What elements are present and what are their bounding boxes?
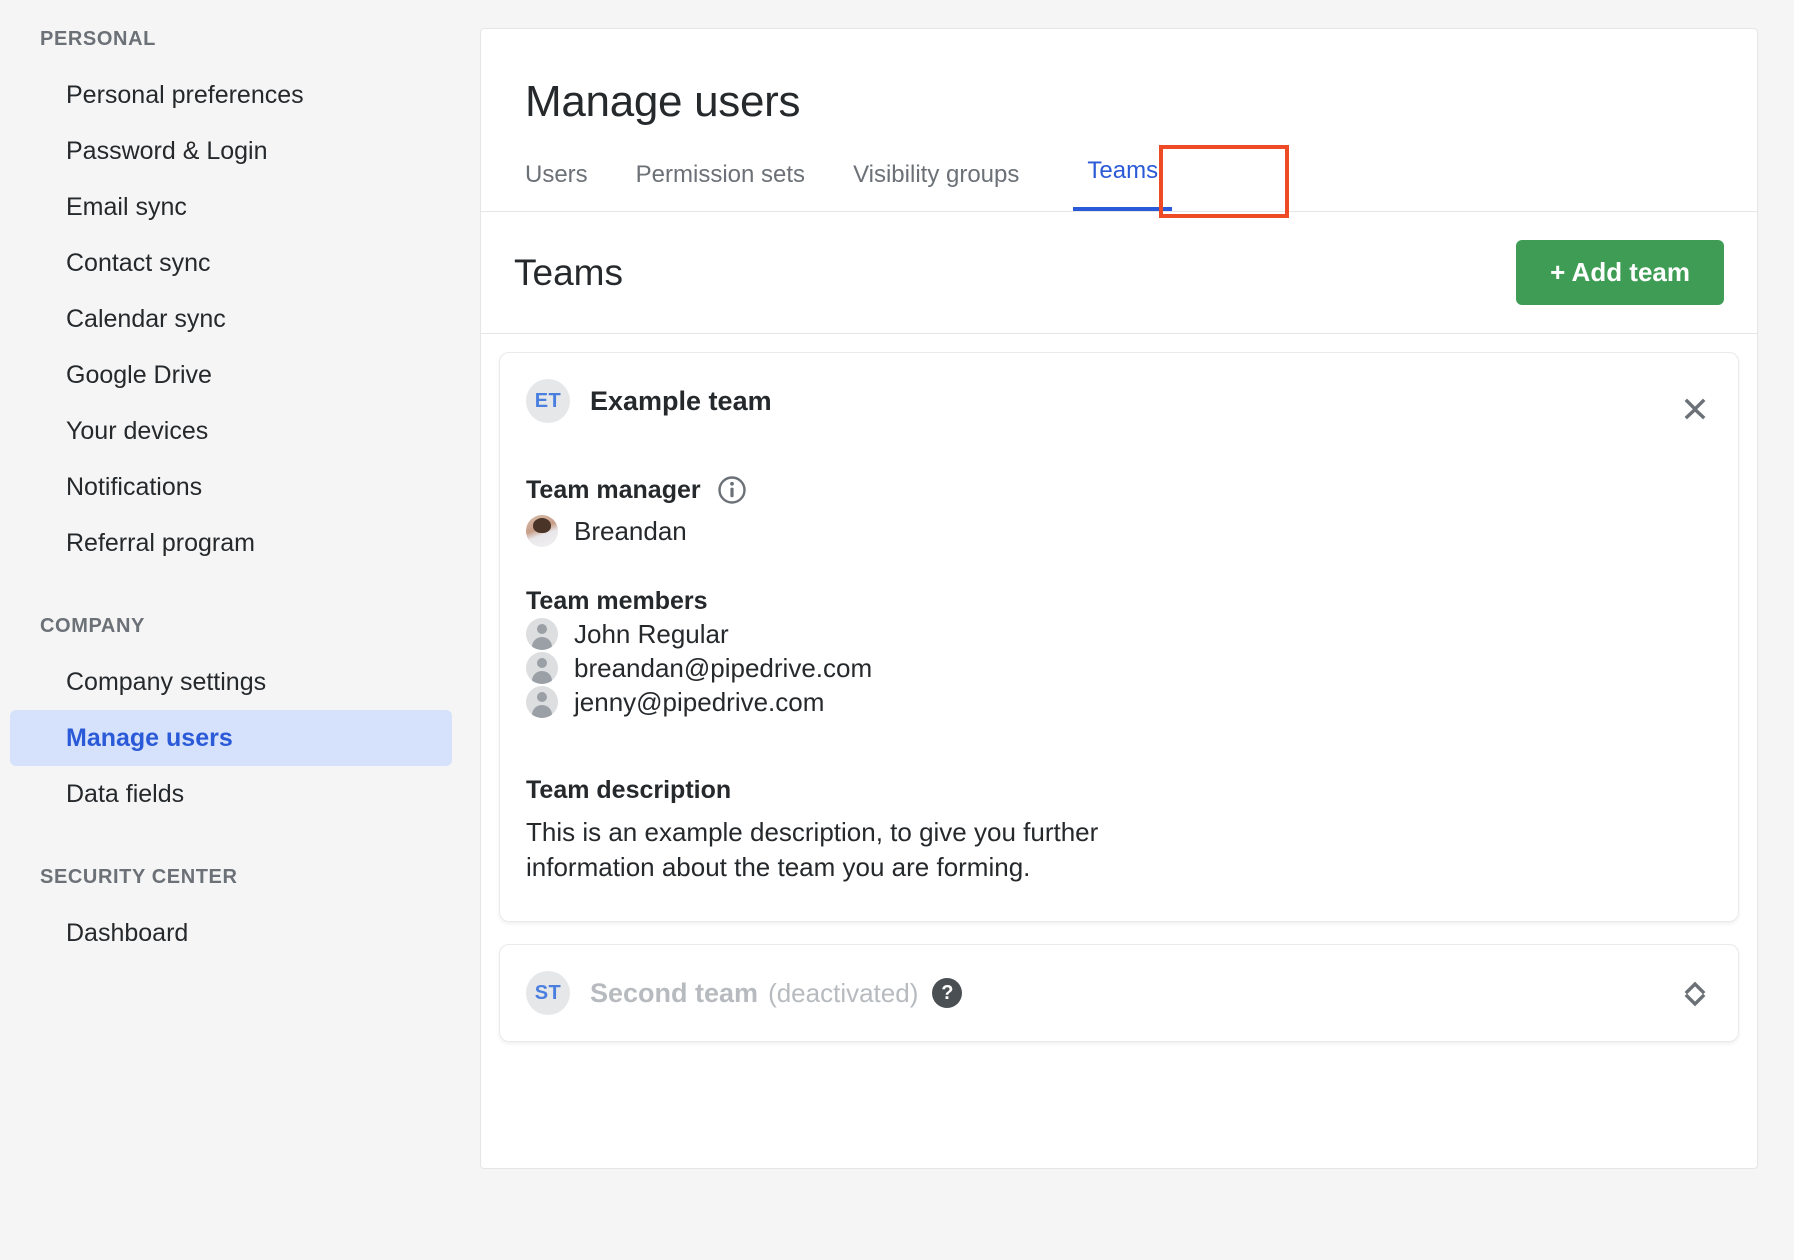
team-manager-name: Breandan bbox=[574, 515, 687, 546]
team-card-header[interactable]: ET Example team bbox=[500, 353, 1738, 423]
sidebar-item-manage-users[interactable]: Manage users bbox=[10, 710, 452, 766]
team-manager-label-row: Team manager bbox=[526, 475, 1708, 505]
manage-users-panel: Manage users Users Permission sets Visib… bbox=[480, 28, 1758, 1169]
sidebar-item-email-sync[interactable]: Email sync bbox=[10, 179, 452, 235]
team-manager-row: Breandan bbox=[526, 515, 1708, 547]
team-member-name: John Regular bbox=[574, 618, 729, 649]
teams-list: ET Example team Team manager Breandan Te… bbox=[481, 334, 1757, 1083]
team-initials-avatar: ET bbox=[526, 379, 570, 423]
team-card-header[interactable]: ST Second team (deactivated) ? bbox=[500, 945, 1738, 1041]
sidebar-item-dashboard[interactable]: Dashboard bbox=[10, 905, 452, 961]
team-card-body: Team manager Breandan Team members John … bbox=[500, 475, 1738, 885]
team-initials-avatar: ST bbox=[526, 971, 570, 1016]
sidebar-group-title-company: COMPANY bbox=[40, 615, 145, 637]
sidebar-item-company-settings[interactable]: Company settings bbox=[10, 654, 452, 710]
tab-bar: Users Permission sets Visibility groups … bbox=[481, 145, 1757, 218]
expand-icon[interactable] bbox=[1678, 976, 1712, 1010]
teams-tab-highlight-box bbox=[1159, 145, 1289, 218]
sidebar-item-google-drive[interactable]: Google Drive bbox=[10, 347, 452, 403]
team-member-name: jenny@pipedrive.com bbox=[574, 686, 825, 717]
team-status-badge: (deactivated) bbox=[768, 977, 919, 1008]
team-members-label: Team members bbox=[526, 587, 708, 615]
main-content: Manage users Users Permission sets Visib… bbox=[466, 0, 1794, 1260]
team-member-row: breandan@pipedrive.com bbox=[526, 652, 1708, 684]
team-member-row: John Regular bbox=[526, 618, 1708, 650]
teams-toolbar: Teams + Add team bbox=[481, 212, 1757, 334]
sidebar-item-your-devices[interactable]: Your devices bbox=[10, 403, 452, 459]
sidebar-item-calendar-sync[interactable]: Calendar sync bbox=[10, 291, 452, 347]
sidebar-item-personal-preferences[interactable]: Personal preferences bbox=[10, 67, 452, 123]
add-team-button[interactable]: + Add team bbox=[1516, 240, 1724, 305]
teams-heading: Teams bbox=[514, 251, 623, 293]
info-icon[interactable] bbox=[717, 475, 747, 505]
team-card-second-team: ST Second team (deactivated) ? bbox=[499, 944, 1739, 1043]
tab-teams[interactable]: Teams bbox=[1073, 157, 1173, 211]
avatar bbox=[526, 686, 558, 718]
sidebar-item-data-fields[interactable]: Data fields bbox=[10, 766, 452, 822]
collapse-icon[interactable] bbox=[1678, 391, 1712, 425]
tab-visibility-groups[interactable]: Visibility groups bbox=[853, 161, 1019, 211]
avatar bbox=[526, 652, 558, 684]
team-name: Example team bbox=[590, 385, 772, 416]
sidebar-item-password-login[interactable]: Password & Login bbox=[10, 123, 452, 179]
sidebar-group-title-personal: PERSONAL bbox=[40, 28, 156, 50]
page-title: Manage users bbox=[525, 77, 801, 126]
tab-permission-sets[interactable]: Permission sets bbox=[636, 161, 805, 211]
sidebar-group-title-security-center: SECURITY CENTER bbox=[40, 866, 238, 888]
help-icon[interactable]: ? bbox=[932, 978, 963, 1009]
team-description-label: Team description bbox=[526, 776, 732, 804]
team-name: Second team bbox=[590, 977, 759, 1008]
avatar bbox=[526, 515, 558, 547]
sidebar-item-notifications[interactable]: Notifications bbox=[10, 459, 452, 515]
team-manager-label: Team manager bbox=[526, 475, 701, 504]
settings-page: PERSONAL Personal preferences Password &… bbox=[0, 0, 1794, 1260]
team-member-row: jenny@pipedrive.com bbox=[526, 686, 1708, 718]
team-card-example-team: ET Example team Team manager Breandan Te… bbox=[499, 352, 1739, 923]
panel-header: Manage users Users Permission sets Visib… bbox=[481, 29, 1757, 218]
sidebar-item-referral-program[interactable]: Referral program bbox=[10, 515, 452, 571]
team-description-text: This is an example description, to give … bbox=[526, 817, 1099, 883]
tab-users[interactable]: Users bbox=[525, 161, 588, 211]
sidebar-item-contact-sync[interactable]: Contact sync bbox=[10, 235, 452, 291]
avatar bbox=[526, 618, 558, 650]
settings-sidebar: PERSONAL Personal preferences Password &… bbox=[0, 0, 466, 1260]
team-member-name: breandan@pipedrive.com bbox=[574, 652, 873, 683]
